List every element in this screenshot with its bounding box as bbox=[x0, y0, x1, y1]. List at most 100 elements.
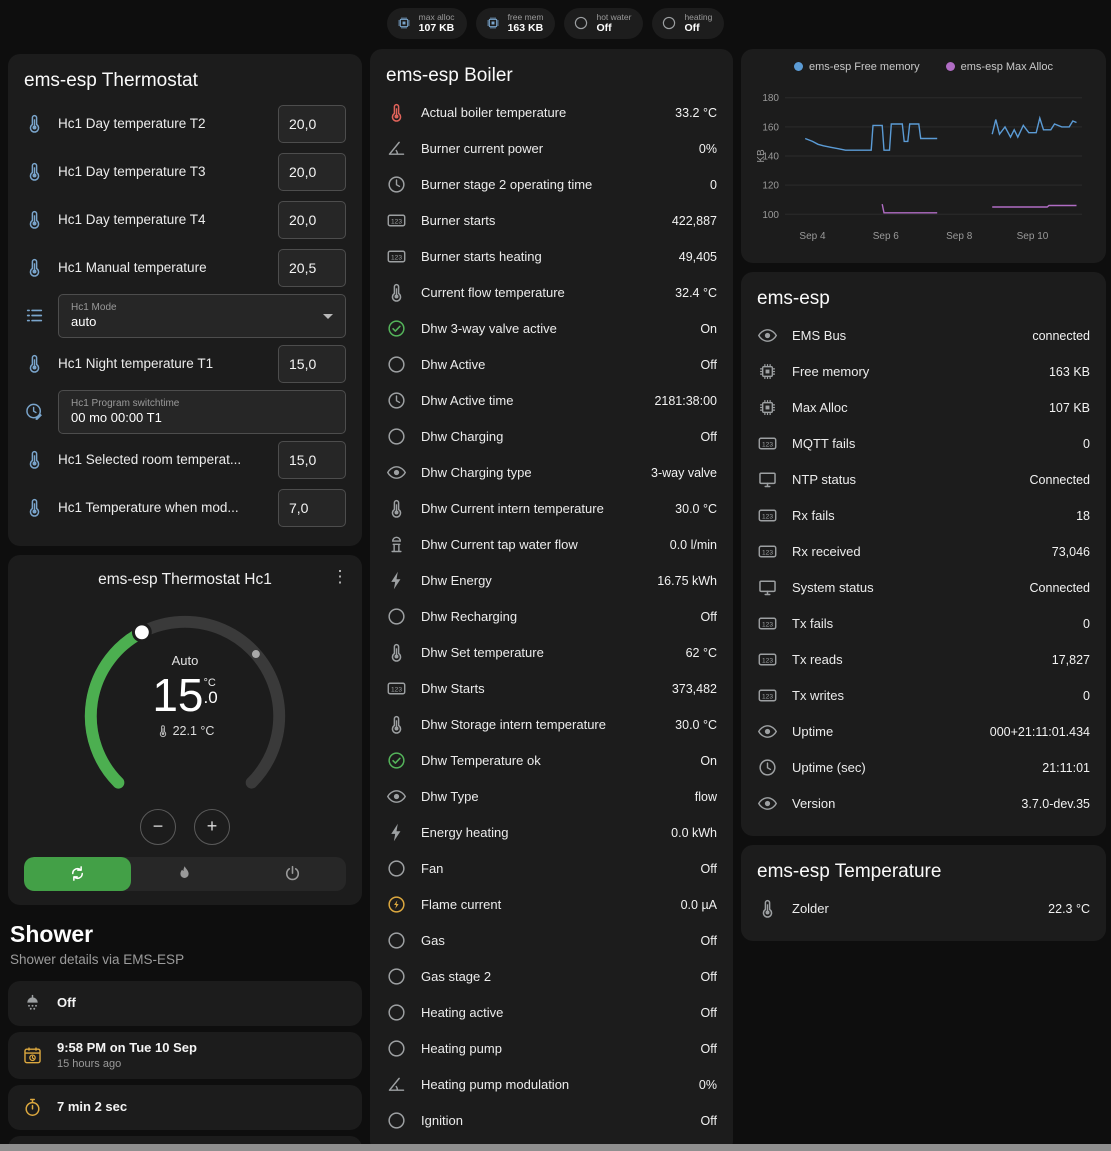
increase-temperature-button[interactable] bbox=[194, 809, 230, 845]
svg-text:KB: KB bbox=[756, 149, 767, 163]
entity-row[interactable]: Ignition Off bbox=[386, 1103, 717, 1139]
number-input[interactable]: 20,5 bbox=[278, 249, 346, 287]
entity-row[interactable]: EMS Bus connected bbox=[757, 318, 1090, 354]
entity-row[interactable]: Dhw Temperature ok On bbox=[386, 743, 717, 779]
entity-row[interactable]: Heating pump Off bbox=[386, 1031, 717, 1067]
svg-text:Sep 10: Sep 10 bbox=[1017, 231, 1049, 242]
entity-row[interactable]: Dhw Active Off bbox=[386, 347, 717, 383]
hvac-mode-button[interactable] bbox=[24, 857, 131, 891]
card-title: ems-esp bbox=[757, 286, 1090, 318]
entity-row[interactable]: Tx reads 17,827 bbox=[757, 642, 1090, 678]
entity-name: Dhw Energy bbox=[421, 573, 643, 588]
dial-arc[interactable] bbox=[66, 597, 304, 835]
entity-row[interactable]: Dhw Set temperature 62 °C bbox=[386, 635, 717, 671]
entity-row[interactable]: Flame current 0.0 µA bbox=[386, 887, 717, 923]
entity-state: 30.0 °C bbox=[675, 502, 717, 516]
entity-name: Burner current power bbox=[421, 141, 685, 156]
entity-row[interactable]: Dhw Type flow bbox=[386, 779, 717, 815]
status-badge[interactable]: max alloc 107 KB bbox=[387, 8, 467, 39]
entity-row[interactable]: Energy heating 0.0 kWh bbox=[386, 815, 717, 851]
entity-state: Off bbox=[701, 862, 717, 876]
shower-row[interactable]: Off bbox=[8, 981, 362, 1026]
number-input[interactable]: 20,0 bbox=[278, 201, 346, 239]
entity-row[interactable]: Uptime 000+21:11:01.434 bbox=[757, 714, 1090, 750]
number-input[interactable]: 15,0 bbox=[278, 441, 346, 479]
eye-icon bbox=[757, 325, 778, 346]
entity-row[interactable]: Heating pump modulation 0% bbox=[386, 1067, 717, 1103]
entity-row[interactable]: Dhw Charging type 3-way valve bbox=[386, 455, 717, 491]
overflow-menu-icon[interactable] bbox=[328, 565, 352, 589]
entity-row[interactable]: Heating active Off bbox=[386, 995, 717, 1031]
entity-name: Free memory bbox=[792, 364, 1035, 379]
entity-row[interactable]: MQTT fails 0 bbox=[757, 426, 1090, 462]
entity-row[interactable]: Dhw Energy 16.75 kWh bbox=[386, 563, 717, 599]
entity-state: 49,405 bbox=[679, 250, 717, 264]
entity-row[interactable]: NTP status Connected bbox=[757, 462, 1090, 498]
clock-icon bbox=[386, 174, 407, 195]
hvac-mode-button[interactable] bbox=[131, 857, 238, 891]
entity-name: Tx fails bbox=[792, 616, 1069, 631]
entity-row[interactable]: Dhw Recharging Off bbox=[386, 599, 717, 635]
entity-row[interactable]: Max Alloc 107 KB bbox=[757, 390, 1090, 426]
field-control[interactable]: Hc1 Mode auto bbox=[58, 294, 346, 338]
circle-icon bbox=[386, 966, 407, 987]
entity-row[interactable]: Gas Off bbox=[386, 923, 717, 959]
entity-state: connected bbox=[1032, 329, 1090, 343]
horizontal-scrollbar[interactable] bbox=[0, 1144, 1111, 1151]
number-input[interactable]: 7,0 bbox=[278, 489, 346, 527]
status-badge[interactable]: heating Off bbox=[652, 8, 724, 39]
entity-row[interactable]: Free memory 163 KB bbox=[757, 354, 1090, 390]
entity-row[interactable]: Dhw Current tap water flow 0.0 l/min bbox=[386, 527, 717, 563]
thermostat-dial[interactable]: Auto 15 °C .0 22.1 °C bbox=[66, 597, 304, 845]
legend-item[interactable]: ems-esp Free memory bbox=[794, 61, 920, 73]
entity-row[interactable]: Rx fails 18 bbox=[757, 498, 1090, 534]
entity-row[interactable]: Version 3.7.0-dev.35 bbox=[757, 786, 1090, 822]
entity-row[interactable]: Burner current power 0% bbox=[386, 131, 717, 167]
middle-column: ems-esp Boiler Actual boiler temperature… bbox=[370, 49, 733, 1151]
decrease-temperature-button[interactable] bbox=[140, 809, 176, 845]
number-input[interactable]: 15,0 bbox=[278, 345, 346, 383]
entity-name: Fan bbox=[421, 861, 687, 876]
entity-row[interactable]: Dhw Current intern temperature 30.0 °C bbox=[386, 491, 717, 527]
entity-row[interactable]: Uptime (sec) 21:11:01 bbox=[757, 750, 1090, 786]
entity-row[interactable]: Tx fails 0 bbox=[757, 606, 1090, 642]
entity-row[interactable]: Burner starts heating 49,405 bbox=[386, 239, 717, 275]
dial-handle[interactable] bbox=[133, 624, 150, 641]
number-input[interactable]: 20,0 bbox=[278, 105, 346, 143]
entity-state: 21:11:01 bbox=[1042, 761, 1090, 775]
check-circle-icon bbox=[386, 318, 407, 339]
entity-row[interactable]: Dhw Storage intern temperature 30.0 °C bbox=[386, 707, 717, 743]
entity-row[interactable]: Tx writes 0 bbox=[757, 678, 1090, 714]
counter-icon bbox=[757, 649, 778, 670]
entity-row[interactable]: Rx received 73,046 bbox=[757, 534, 1090, 570]
shower-row[interactable]: 9:58 PM on Tue 10 Sep 15 hours ago bbox=[8, 1032, 362, 1079]
shower-row[interactable]: 7 min 2 sec bbox=[8, 1085, 362, 1130]
entity-row[interactable]: Fan Off bbox=[386, 851, 717, 887]
entity-row[interactable]: Zolder 22.3 °C bbox=[757, 891, 1090, 927]
entity-row[interactable]: Dhw Starts 373,482 bbox=[386, 671, 717, 707]
hvac-mode-button[interactable] bbox=[239, 857, 346, 891]
entity-row[interactable]: Dhw 3-way valve active On bbox=[386, 311, 717, 347]
entity-row[interactable]: Dhw Charging Off bbox=[386, 419, 717, 455]
entity-row[interactable]: Current flow temperature 32.4 °C bbox=[386, 275, 717, 311]
flash-circle-icon bbox=[386, 894, 407, 915]
status-badge[interactable]: hot water Off bbox=[564, 8, 643, 39]
entity-state: 62 °C bbox=[686, 646, 717, 660]
shower-section-subtitle: Shower details via EMS-ESP bbox=[10, 952, 360, 967]
entity-row[interactable]: Actual boiler temperature 33.2 °C bbox=[386, 95, 717, 131]
entity-row[interactable]: Dhw Active time 2181:38:00 bbox=[386, 383, 717, 419]
entity-row[interactable]: Burner stage 2 operating time 0 bbox=[386, 167, 717, 203]
status-badge[interactable]: free mem 163 KB bbox=[476, 8, 556, 39]
entity-name: Dhw Charging type bbox=[421, 465, 637, 480]
entity-row[interactable]: Burner starts 422,887 bbox=[386, 203, 717, 239]
flame-icon bbox=[175, 864, 194, 883]
angle-icon bbox=[386, 1074, 407, 1095]
thermometer-icon bbox=[386, 102, 407, 123]
number-input[interactable]: 20,0 bbox=[278, 153, 346, 191]
entity-row[interactable]: Gas stage 2 Off bbox=[386, 959, 717, 995]
legend-item[interactable]: ems-esp Max Alloc bbox=[946, 61, 1053, 73]
field-control[interactable]: Hc1 Program switchtime 00 mo 00:00 T1 bbox=[58, 390, 346, 434]
entity-row[interactable]: System status Connected bbox=[757, 570, 1090, 606]
entity-state: On bbox=[700, 754, 717, 768]
power-icon bbox=[283, 864, 302, 883]
